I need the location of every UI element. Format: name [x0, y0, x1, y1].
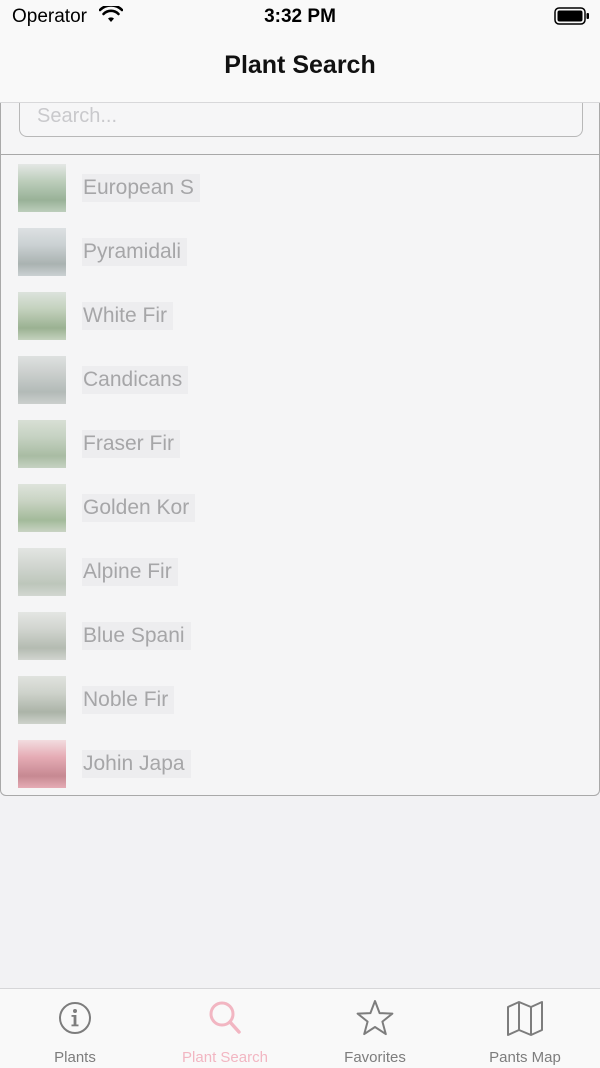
status-time: 3:32 PM	[264, 6, 336, 27]
tab-label: Favorites	[344, 1049, 406, 1066]
plant-list-card: Search... European S Pyramidali White Fir C…	[0, 103, 600, 796]
plant-thumbnail	[18, 356, 66, 404]
list-item[interactable]: Alpine Fir	[1, 548, 599, 612]
list-item[interactable]: Candicans	[1, 356, 599, 420]
list-item[interactable]: Golden Kor	[1, 484, 599, 548]
plant-thumbnail	[18, 676, 66, 724]
page-title: Plant Search	[224, 51, 376, 79]
plant-name: Candicans	[82, 366, 189, 394]
plant-thumbnail	[18, 612, 66, 660]
plant-thumbnail	[18, 548, 66, 596]
search-placeholder: Search...	[37, 105, 118, 127]
list-item[interactable]: Fraser Fir	[1, 420, 599, 484]
navigation-bar: Plant Search	[0, 34, 600, 103]
tab-pants-map[interactable]: Pants Map	[450, 989, 600, 1068]
tab-plants[interactable]: Plants	[0, 989, 150, 1068]
list-item[interactable]: Pyramidali	[1, 228, 599, 292]
plant-name: Pyramidali	[82, 238, 188, 266]
plant-thumbnail	[18, 420, 66, 468]
plant-thumbnail	[18, 164, 66, 212]
info-circle-icon	[56, 999, 94, 1037]
tab-bar: Plants Plant Search Favorites Pants Map	[0, 988, 600, 1068]
tab-label: Pants Map	[489, 1049, 561, 1066]
list-item[interactable]: White Fir	[1, 292, 599, 356]
plant-name: Fraser Fir	[82, 430, 180, 458]
plant-name: Blue Spani	[82, 622, 191, 650]
search-icon	[206, 999, 244, 1037]
status-bar: Operator 3:32 PM	[0, 0, 600, 34]
divider	[1, 154, 599, 155]
plant-name: European S	[82, 174, 200, 202]
plant-thumbnail	[18, 484, 66, 532]
plant-thumbnail	[18, 740, 66, 788]
list-item[interactable]: European S	[1, 164, 599, 228]
list-item[interactable]: Blue Spani	[1, 612, 599, 676]
plant-thumbnail	[18, 228, 66, 276]
plant-name: Golden Kor	[82, 494, 196, 522]
list-item[interactable]: Johin Japa	[1, 740, 599, 804]
plant-name: White Fir	[82, 302, 173, 330]
map-icon	[506, 999, 544, 1037]
tab-label: Plant Search	[182, 1049, 268, 1066]
star-icon	[356, 999, 394, 1037]
tab-plant-search[interactable]: Plant Search	[150, 989, 300, 1068]
battery-icon	[554, 7, 590, 30]
plant-name: Noble Fir	[82, 686, 175, 714]
search-input[interactable]: Search...	[19, 103, 583, 137]
plant-name: Alpine Fir	[82, 558, 178, 586]
tab-label: Plants	[54, 1049, 96, 1066]
plant-thumbnail	[18, 292, 66, 340]
list-item[interactable]: Noble Fir	[1, 676, 599, 740]
plant-name: Johin Japa	[82, 750, 191, 778]
tab-favorites[interactable]: Favorites	[300, 989, 450, 1068]
